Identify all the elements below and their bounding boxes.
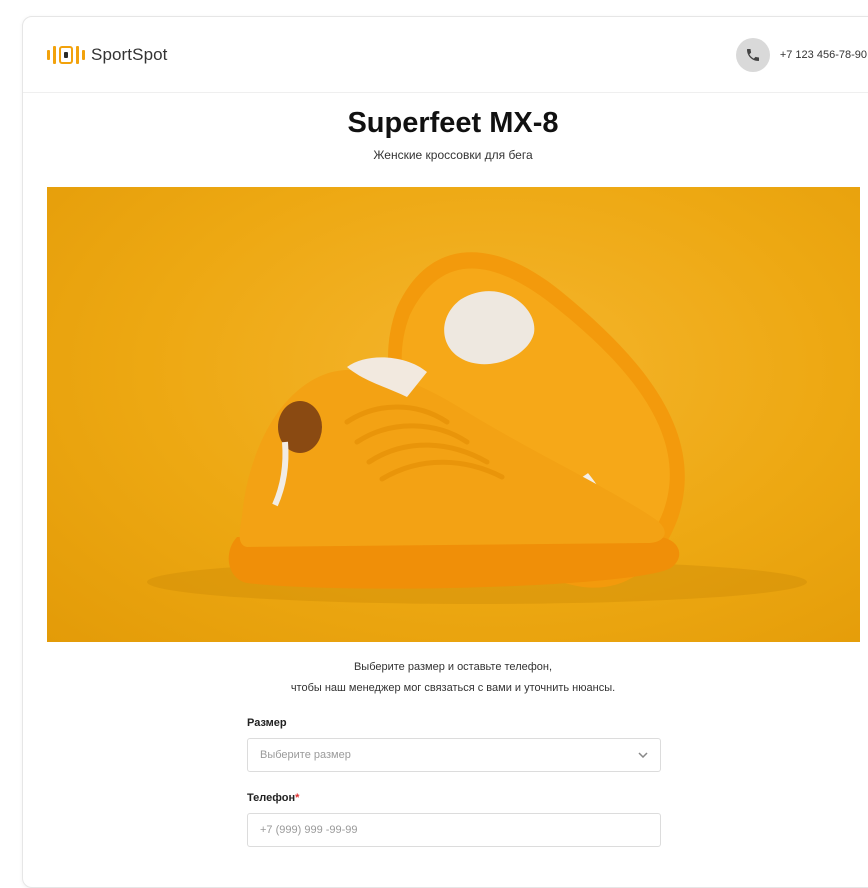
instructions: Выберите размер и оставьте телефон, чтоб… (23, 657, 868, 699)
order-form: Размер Выберите размер Телефон* +7 (999)… (247, 717, 661, 867)
phone-icon[interactable] (735, 37, 770, 72)
logo-icon (47, 45, 85, 64)
product-title: Superfeet MX-8 (347, 107, 559, 139)
product-image (47, 187, 860, 642)
brand[interactable]: SportSpot (47, 45, 168, 65)
phone-label: Телефон* (247, 792, 661, 804)
hero: Superfeet MX-8 Женские кроссовки для бег… (23, 107, 868, 162)
phone-field: Телефон* +7 (999) 999 -99-99 (247, 792, 661, 847)
size-label: Размер (247, 717, 287, 729)
phone-input-placeholder: +7 (999) 999 -99-99 (260, 824, 358, 836)
chevron-down-icon (638, 752, 648, 758)
size-select[interactable]: Выберите размер (247, 738, 661, 772)
instructions-line1: Выберите размер и оставьте телефон, (353, 661, 553, 673)
phone-label-text: Телефон (247, 792, 296, 804)
phone-input[interactable]: +7 (999) 999 -99-99 (247, 813, 661, 847)
phone-number[interactable]: +7 123 456-78-90 (780, 49, 867, 61)
required-mark: * (295, 792, 300, 804)
landing-card: SportSpot +7 123 456-78-90 Superfeet MX-… (22, 16, 868, 888)
instructions-line2: чтобы наш менеджер мог связаться с вами … (290, 682, 616, 694)
top-bar: SportSpot +7 123 456-78-90 (23, 17, 868, 93)
contact: +7 123 456-78-90 (735, 37, 868, 72)
brand-name: SportSpot (91, 44, 168, 64)
product-subtitle: Женские кроссовки для бега (373, 148, 533, 162)
size-field: Размер Выберите размер (247, 717, 661, 772)
size-select-placeholder: Выберите размер (260, 749, 351, 761)
